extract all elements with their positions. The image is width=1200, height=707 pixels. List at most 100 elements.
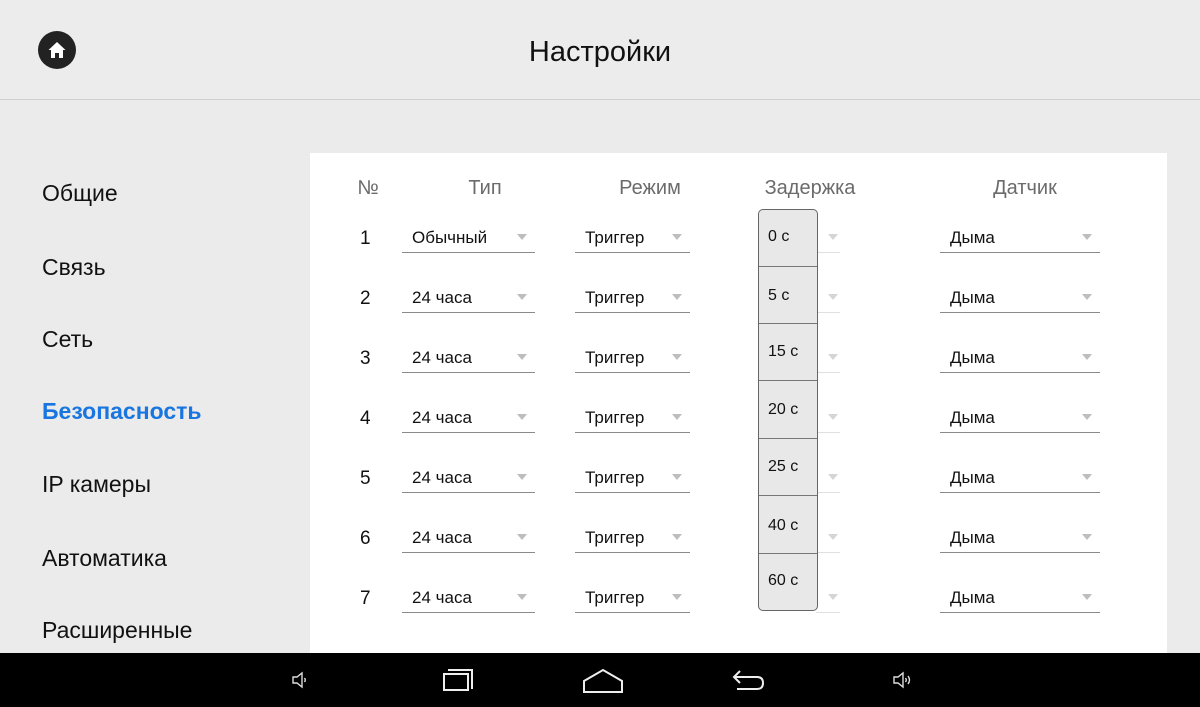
column-header-sensor: Датчик: [993, 177, 1057, 199]
dropdown-arrow-icon: [517, 414, 527, 420]
dropdown-arrow-icon: [672, 594, 682, 600]
delay-option[interactable]: 5 с: [759, 266, 817, 325]
type-value: 24 часа: [412, 408, 472, 427]
recent-apps-button[interactable]: [430, 653, 490, 707]
type-dropdown[interactable]: 24 часа: [402, 462, 535, 493]
mode-value: Триггер: [585, 228, 645, 247]
sensor-dropdown[interactable]: Дыма: [940, 282, 1100, 313]
dropdown-arrow-icon: [517, 534, 527, 540]
column-header-delay: Задержка: [764, 177, 856, 199]
mode-dropdown[interactable]: Триггер: [575, 522, 690, 553]
type-dropdown[interactable]: Обычный: [402, 222, 535, 253]
dropdown-arrow-icon: [672, 234, 682, 240]
zone-number: 2: [360, 288, 371, 309]
sensor-value: Дыма: [950, 228, 995, 247]
back-button[interactable]: [718, 653, 778, 707]
table-row: 7 24 часа Триггер Дыма: [310, 578, 1167, 636]
sensor-dropdown[interactable]: Дыма: [940, 222, 1100, 253]
type-dropdown[interactable]: 24 часа: [402, 522, 535, 553]
dropdown-arrow-icon: [517, 594, 527, 600]
zone-number: 4: [360, 408, 371, 429]
sensor-value: Дыма: [950, 528, 995, 547]
mode-dropdown[interactable]: Триггер: [575, 462, 690, 493]
table-row: 6 24 часа Триггер Дыма: [310, 518, 1167, 576]
delay-dropdown[interactable]: [816, 522, 840, 553]
delay-dropdown[interactable]: [816, 402, 840, 433]
delay-option[interactable]: 40 с: [759, 495, 817, 554]
type-value: 24 часа: [412, 288, 472, 307]
header-bar: Настройки: [0, 0, 1200, 100]
delay-dropdown[interactable]: [816, 462, 840, 493]
delay-option[interactable]: 0 с: [759, 210, 817, 268]
type-dropdown[interactable]: 24 часа: [402, 282, 535, 313]
column-header-mode: Режим: [619, 177, 681, 199]
dropdown-arrow-icon: [517, 294, 527, 300]
table-row: 4 24 часа Триггер Дыма: [310, 398, 1167, 456]
mode-dropdown[interactable]: Триггер: [575, 342, 690, 373]
volume-down-button[interactable]: [280, 653, 320, 707]
sensor-value: Дыма: [950, 588, 995, 607]
type-dropdown[interactable]: 24 часа: [402, 582, 535, 613]
delay-option[interactable]: 25 с: [759, 438, 817, 497]
volume-up-button[interactable]: [882, 653, 922, 707]
home-nav-icon: [583, 668, 623, 693]
column-header-number: №: [357, 177, 379, 199]
system-navigation-bar: [0, 653, 1200, 707]
delay-dropdown[interactable]: [816, 222, 840, 253]
type-value: 24 часа: [412, 468, 472, 487]
dropdown-arrow-icon: [828, 414, 838, 420]
dropdown-arrow-icon: [828, 594, 838, 600]
sidebar-item-security[interactable]: Безопасность: [42, 398, 202, 425]
dropdown-arrow-icon: [828, 234, 838, 240]
mode-dropdown[interactable]: Триггер: [575, 222, 690, 253]
sensor-dropdown[interactable]: Дыма: [940, 582, 1100, 613]
sidebar-item-advanced[interactable]: Расширенные: [42, 617, 192, 644]
sidebar-item-automation[interactable]: Автоматика: [42, 545, 167, 572]
sensor-dropdown[interactable]: Дыма: [940, 342, 1100, 373]
table-row: 2 24 часа Триггер Дыма: [310, 278, 1167, 336]
sensor-value: Дыма: [950, 348, 995, 367]
dropdown-arrow-icon: [828, 294, 838, 300]
delay-option[interactable]: 20 с: [759, 380, 817, 439]
delay-dropdown-list[interactable]: 0 с 5 с 15 с 20 с 25 с 40 с 60 с: [758, 209, 818, 611]
dropdown-arrow-icon: [1082, 294, 1092, 300]
zone-number: 5: [360, 468, 371, 489]
dropdown-arrow-icon: [1082, 474, 1092, 480]
home-nav-button[interactable]: [573, 653, 633, 707]
mode-value: Триггер: [585, 288, 645, 307]
dropdown-arrow-icon: [672, 354, 682, 360]
delay-dropdown[interactable]: [816, 282, 840, 313]
sensor-value: Дыма: [950, 468, 995, 487]
type-value: 24 часа: [412, 528, 472, 547]
sidebar-item-general[interactable]: Общие: [42, 180, 118, 207]
sidebar-item-communication[interactable]: Связь: [42, 254, 106, 281]
mode-value: Триггер: [585, 348, 645, 367]
sidebar-item-network[interactable]: Сеть: [42, 326, 93, 353]
sensor-dropdown[interactable]: Дыма: [940, 402, 1100, 433]
mode-dropdown[interactable]: Триггер: [575, 402, 690, 433]
table-row: 3 24 часа Триггер Дыма: [310, 338, 1167, 396]
recent-apps-icon: [443, 669, 473, 691]
mode-dropdown[interactable]: Триггер: [575, 282, 690, 313]
dropdown-arrow-icon: [672, 474, 682, 480]
delay-dropdown[interactable]: [816, 582, 840, 613]
zone-number: 6: [360, 528, 371, 549]
type-value: 24 часа: [412, 348, 472, 367]
delay-option[interactable]: 60 с: [759, 553, 817, 610]
mode-value: Триггер: [585, 408, 645, 427]
dropdown-arrow-icon: [672, 534, 682, 540]
mode-value: Триггер: [585, 468, 645, 487]
mode-dropdown[interactable]: Триггер: [575, 582, 690, 613]
sidebar-item-ip-cameras[interactable]: IP камеры: [42, 471, 151, 498]
delay-dropdown[interactable]: [816, 342, 840, 373]
delay-option[interactable]: 15 с: [759, 323, 817, 382]
sensor-dropdown[interactable]: Дыма: [940, 462, 1100, 493]
mode-value: Триггер: [585, 588, 645, 607]
type-dropdown[interactable]: 24 часа: [402, 402, 535, 433]
mode-value: Триггер: [585, 528, 645, 547]
type-dropdown[interactable]: 24 часа: [402, 342, 535, 373]
sensor-dropdown[interactable]: Дыма: [940, 522, 1100, 553]
type-value: Обычный: [412, 228, 488, 247]
sensor-value: Дыма: [950, 288, 995, 307]
back-icon: [732, 670, 765, 690]
